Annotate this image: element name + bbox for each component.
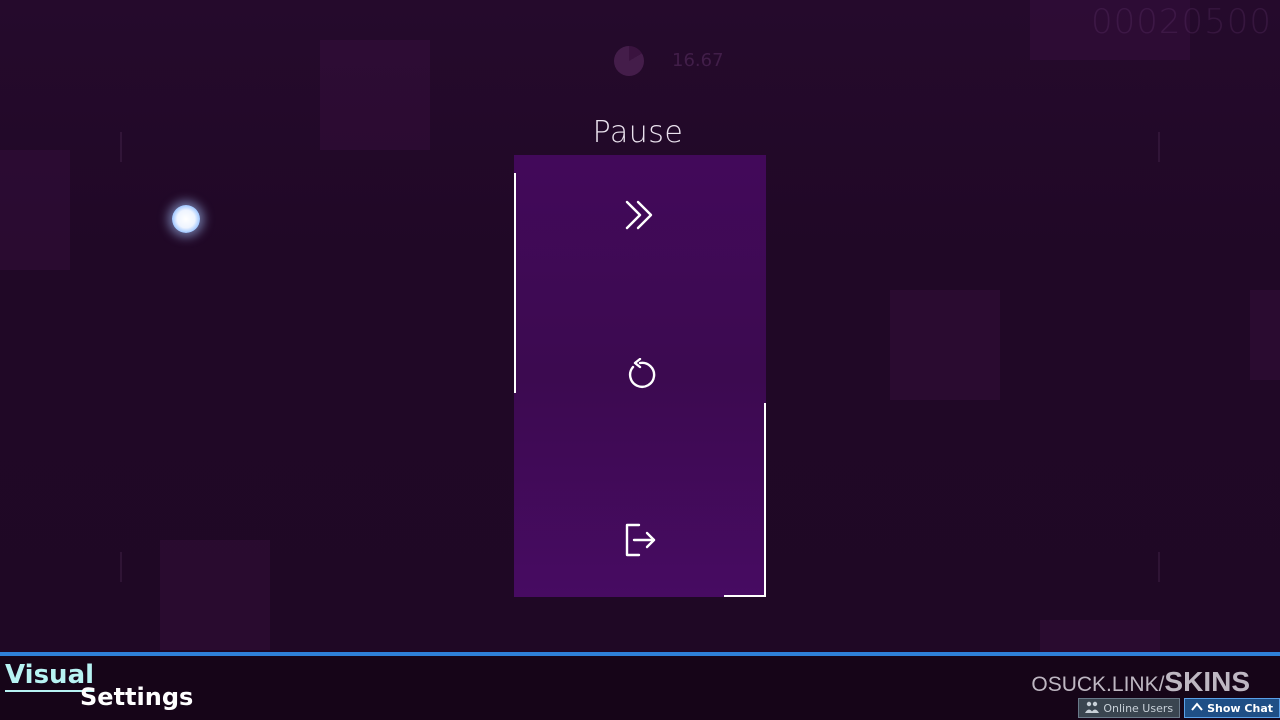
brand-suffix: SKINS: [1164, 666, 1250, 697]
pause-title: Pause: [592, 115, 684, 150]
score-counter: 00020500: [1090, 2, 1272, 42]
skin-brand: OSUCK.LINK/SKINS: [1031, 666, 1250, 698]
chevron-up-icon: [1191, 701, 1203, 715]
lane-marker: [1158, 132, 1160, 162]
show-chat-button[interactable]: Show Chat: [1184, 698, 1280, 718]
brand-prefix: OSUCK.LINK/: [1031, 673, 1165, 696]
background-tile: [320, 40, 430, 150]
background-tile: [1040, 620, 1160, 655]
pause-panel: [514, 155, 766, 597]
lane-marker: [1158, 552, 1160, 582]
chat-toolbar: Online Users Show Chat: [1078, 698, 1280, 720]
background-tile: [1250, 290, 1280, 380]
double-chevron-right-icon: [623, 198, 657, 232]
exit-icon: [622, 522, 658, 558]
show-chat-label: Show Chat: [1207, 701, 1273, 715]
online-users-button[interactable]: Online Users: [1078, 698, 1181, 718]
lane-marker: [120, 132, 122, 162]
background-tile: [160, 540, 270, 650]
continue-button[interactable]: [514, 155, 766, 275]
background-tile: [890, 290, 1000, 400]
song-progress-pie: [614, 46, 644, 76]
online-users-label: Online Users: [1103, 701, 1174, 715]
background-tile: [0, 150, 70, 270]
retry-button[interactable]: [514, 315, 766, 435]
retry-icon: [623, 358, 657, 392]
quit-button[interactable]: [514, 480, 766, 600]
settings-label[interactable]: Settings: [80, 682, 193, 712]
users-icon: [1085, 701, 1100, 716]
game-cursor: [172, 205, 200, 233]
gameplay-area: 00020500 16.67 Pause: [0, 0, 1280, 655]
accuracy-readout: 16.67: [672, 50, 724, 71]
bottom-bar: Visual Settings OSUCK.LINK/SKINS Online …: [0, 652, 1280, 720]
lane-marker: [120, 552, 122, 582]
